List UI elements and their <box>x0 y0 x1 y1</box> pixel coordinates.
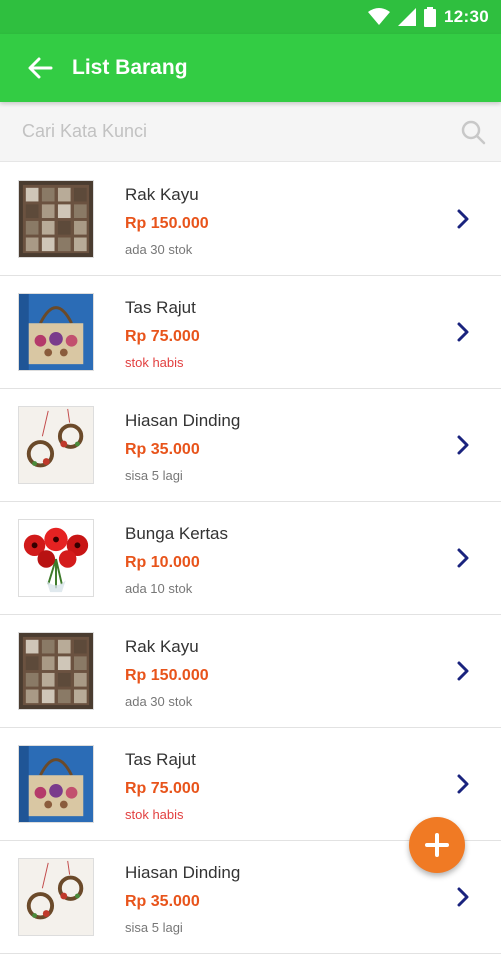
chevron-right-icon[interactable] <box>453 320 473 344</box>
chevron-right-icon[interactable] <box>453 546 473 570</box>
chevron-right-icon[interactable] <box>453 659 473 683</box>
search-input[interactable] <box>0 101 445 162</box>
list-item[interactable]: Hiasan Dinding Rp 35.000 sisa 5 lagi <box>0 389 501 502</box>
list-item[interactable]: Bunga Kertas Rp 10.000 ada 10 stok <box>0 502 501 615</box>
product-price: Rp 75.000 <box>125 328 200 345</box>
status-bar: 12:30 <box>0 0 501 34</box>
product-stock: sisa 5 lagi <box>125 920 183 935</box>
product-stock: ada 30 stok <box>125 242 193 257</box>
product-stock: ada 10 stok <box>125 581 193 596</box>
product-price: Rp 150.000 <box>125 667 209 684</box>
product-image <box>18 745 94 823</box>
product-image <box>18 293 94 371</box>
chevron-right-icon[interactable] <box>453 207 473 231</box>
product-price: Rp 35.000 <box>125 893 200 910</box>
list-item[interactable]: Tas Rajut Rp 75.000 stok habis <box>0 276 501 389</box>
wifi-icon <box>368 8 391 25</box>
battery-icon <box>424 7 437 27</box>
search-button[interactable] <box>445 102 501 162</box>
arrow-left-icon <box>28 57 53 79</box>
product-name: Hiasan Dinding <box>125 863 241 882</box>
search-bar <box>0 101 501 162</box>
page-title: List Barang <box>72 56 188 79</box>
product-price: Rp 150.000 <box>125 215 209 232</box>
product-stock: stok habis <box>125 355 184 370</box>
chevron-right-icon[interactable] <box>453 433 473 457</box>
chevron-right-icon[interactable] <box>453 885 473 909</box>
product-image <box>18 632 94 710</box>
back-button[interactable] <box>20 48 60 88</box>
product-name: Tas Rajut <box>125 750 196 769</box>
product-price: Rp 35.000 <box>125 441 200 458</box>
chevron-right-icon[interactable] <box>453 772 473 796</box>
product-name: Bunga Kertas <box>125 524 229 543</box>
list-item[interactable]: Rak Kayu Rp 150.000 ada 30 stok <box>0 163 501 276</box>
search-icon <box>461 120 486 144</box>
product-name: Hiasan Dinding <box>125 411 241 430</box>
add-item-button[interactable] <box>409 817 465 873</box>
product-image <box>18 406 94 484</box>
list-item[interactable]: Rak Kayu Rp 150.000 ada 30 stok <box>0 615 501 728</box>
product-image <box>18 519 94 597</box>
product-stock: stok habis <box>125 807 184 822</box>
product-price: Rp 75.000 <box>125 780 200 797</box>
product-image <box>18 858 94 936</box>
product-name: Tas Rajut <box>125 298 196 317</box>
product-price: Rp 10.000 <box>125 554 200 571</box>
product-stock: sisa 5 lagi <box>125 468 183 483</box>
plus-icon <box>425 833 449 857</box>
signal-icon <box>398 8 417 26</box>
product-name: Rak Kayu <box>125 637 199 656</box>
status-time: 12:30 <box>444 7 489 26</box>
product-stock: ada 30 stok <box>125 694 193 709</box>
product-image <box>18 180 94 258</box>
product-name: Rak Kayu <box>125 185 199 204</box>
app-bar: List Barang <box>0 34 501 102</box>
